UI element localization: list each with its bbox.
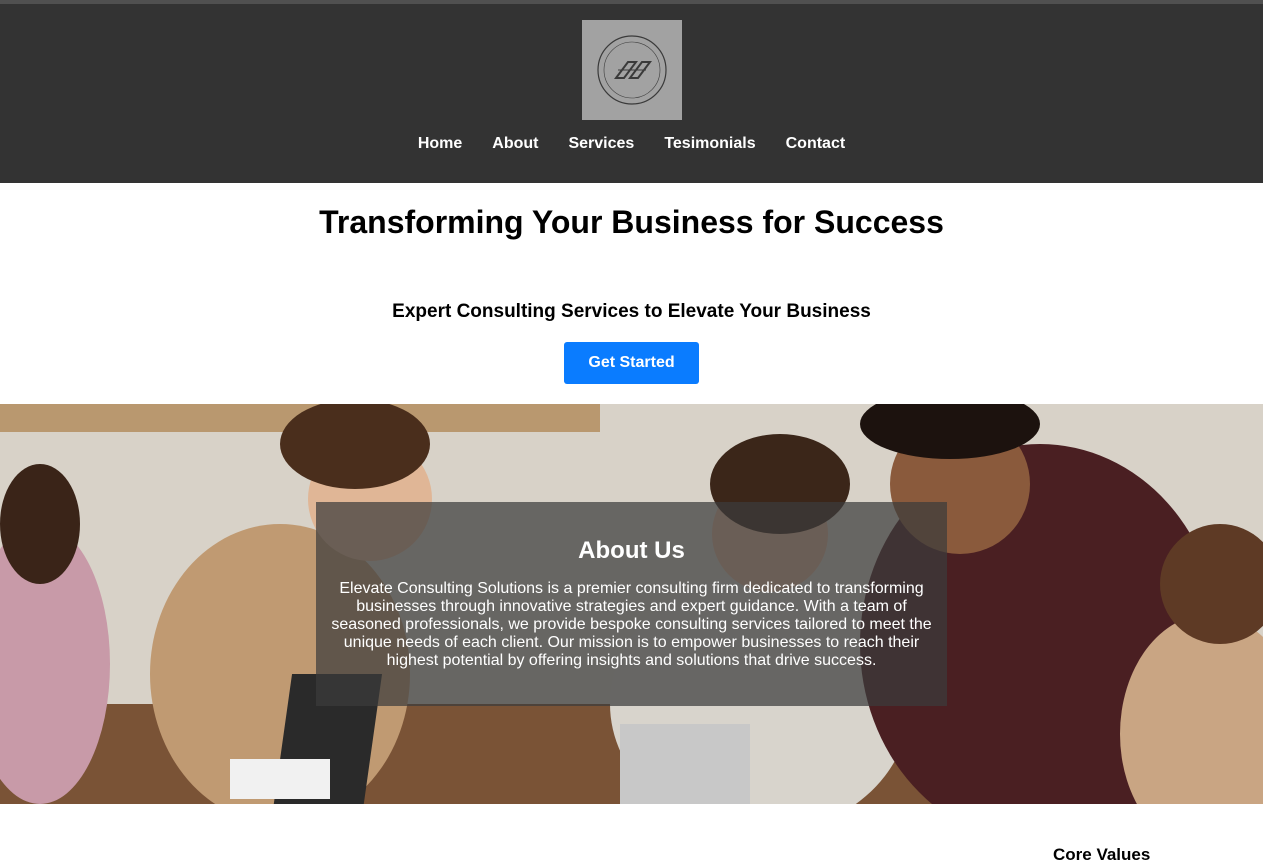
main-nav: Home About Services Tesimonials Contact (0, 133, 1263, 157)
nav-about[interactable]: About (492, 133, 538, 157)
nav-testimonials[interactable]: Tesimonials (664, 133, 755, 157)
company-logo[interactable] (582, 20, 682, 120)
nav-contact[interactable]: Contact (786, 133, 846, 157)
about-heading: About Us (578, 537, 685, 564)
hero-subtitle: Expert Consulting Services to Elevate Yo… (392, 301, 871, 322)
core-values-heading: Core Values (1053, 845, 1151, 864)
about-text: Elevate Consulting Solutions is a premie… (331, 580, 932, 669)
site-header: Home About Services Tesimonials Contact (0, 0, 1263, 183)
nav-services[interactable]: Services (568, 133, 634, 157)
about-section: About Us Elevate Consulting Solutions is… (0, 404, 1263, 804)
hero-title: Transforming Your Business for Success (319, 204, 944, 240)
nav-home[interactable]: Home (418, 133, 462, 157)
get-started-button[interactable]: Get Started (564, 342, 699, 384)
logo-emblem-icon (597, 35, 667, 105)
about-card: About Us Elevate Consulting Solutions is… (316, 502, 947, 706)
